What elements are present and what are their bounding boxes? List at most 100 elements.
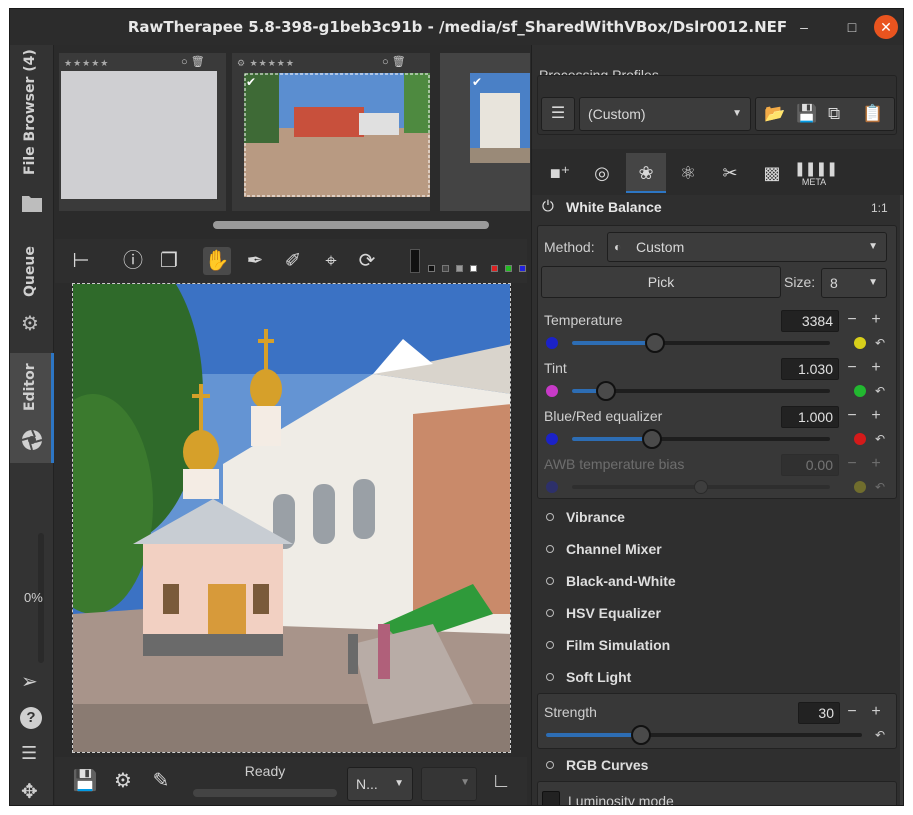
color-picker-icon[interactable]: ✒ — [241, 247, 269, 275]
chevron-down-icon: ▼ — [460, 777, 470, 788]
temperature-increase-button[interactable]: + — [865, 310, 887, 332]
thumbnail-3[interactable]: ✔ — [440, 53, 530, 211]
exposure-tab-icon[interactable]: ■⁺ — [540, 153, 580, 193]
tool-film-simulation[interactable]: Film Simulation — [546, 637, 670, 653]
rating-stars[interactable]: ⚙ ★★★★★ — [237, 58, 295, 69]
blue-red-increase-button[interactable]: + — [865, 406, 887, 428]
tab-editor[interactable]: Editor — [10, 353, 54, 463]
reset-icon[interactable]: ↶ — [875, 384, 885, 398]
rating-stars[interactable]: ★★★★★ — [64, 58, 109, 69]
save-profile-icon[interactable]: 💾 — [796, 104, 817, 124]
tint-value[interactable]: 1.030 — [781, 358, 839, 380]
tint-slider[interactable] — [572, 381, 830, 401]
strength-value[interactable]: 30 — [798, 702, 840, 724]
blue-red-value[interactable]: 1.000 — [781, 406, 839, 428]
tool-rgb-curves[interactable]: RGB Curves — [546, 757, 648, 773]
fullscreen-icon[interactable]: ✥ — [21, 779, 38, 804]
temperature-value[interactable]: 3384 — [781, 310, 839, 332]
method-label: Method: — [544, 239, 595, 255]
preview-blue-icon[interactable] — [519, 265, 526, 272]
output-profile-select[interactable]: N... ▼ — [347, 767, 413, 801]
tint-decrease-button[interactable]: − — [841, 358, 863, 380]
spot-wb-icon[interactable]: ✐ — [279, 247, 307, 275]
reject-icon[interactable]: ○ 🗑 — [181, 55, 205, 68]
gamut-check-icon[interactable]: ∟ — [487, 767, 515, 795]
tool-label: Film Simulation — [566, 637, 671, 653]
tab-queue[interactable]: Queue ⚙ — [10, 237, 54, 347]
close-button[interactable]: ✕ — [874, 15, 898, 39]
straighten-icon[interactable]: ⟳ — [353, 247, 381, 275]
advanced-tab-icon[interactable]: ⚛ — [668, 153, 708, 193]
hide-panel-icon[interactable]: ⊢ — [67, 247, 95, 275]
power-icon[interactable]: ⏻ — [542, 198, 554, 215]
preview-lightgray-icon[interactable] — [456, 265, 463, 272]
metadata-tab-icon[interactable]: ❚❚❚❚ META — [794, 153, 838, 193]
strength-slider[interactable] — [546, 725, 862, 745]
blue-red-slider[interactable] — [572, 429, 830, 449]
save-image-icon[interactable]: 💾 — [71, 767, 99, 795]
hand-tool-icon[interactable]: ✋ — [203, 247, 231, 275]
tool-label: Vibrance — [566, 509, 625, 525]
filmstrip-scrollbar[interactable] — [213, 221, 489, 229]
size-select[interactable]: 8 ▼ — [821, 268, 887, 298]
maximize-button[interactable]: □ — [840, 15, 864, 39]
external-editor-icon[interactable]: ✎ — [147, 767, 175, 795]
queue-add-icon[interactable]: ⚙ — [109, 767, 137, 795]
awb-bias-label: AWB temperature bias — [544, 456, 685, 472]
thumbnail-1[interactable]: ★★★★★ ○ 🗑 — [59, 53, 226, 211]
paste-profile-icon[interactable]: 📋 — [862, 104, 883, 124]
output-profile-value: N... — [356, 776, 378, 792]
pick-button[interactable]: Pick — [541, 266, 781, 298]
tool-hsv-equalizer[interactable]: HSV Equalizer — [546, 605, 661, 621]
help-icon[interactable]: ? — [20, 707, 42, 729]
luminosity-checkbox[interactable] — [542, 791, 560, 805]
thumbnail-2[interactable]: ⚙ ★★★★★ ○ 🗑 ✔ — [232, 53, 430, 211]
red-dot — [854, 433, 866, 445]
tool-black-and-white[interactable]: Black-and-White — [546, 573, 676, 589]
tab-file-browser[interactable]: File Browser (4) — [10, 49, 54, 231]
tool-vibrance[interactable]: Vibrance — [546, 509, 625, 525]
preview-white-icon[interactable] — [470, 265, 477, 272]
strength-increase-button[interactable]: + — [865, 702, 887, 724]
color-tab-icon[interactable]: ❀ — [626, 153, 666, 193]
image-preview[interactable] — [72, 283, 511, 753]
preview-black-icon[interactable] — [428, 265, 435, 272]
reset-icon[interactable]: ↶ — [875, 432, 885, 446]
tint-increase-button[interactable]: + — [865, 358, 887, 380]
temperature-decrease-button[interactable]: − — [841, 310, 863, 332]
reject-icon[interactable]: ○ 🗑 — [382, 55, 406, 68]
tool-label: Soft Light — [566, 669, 632, 685]
reset-icon: ↶ — [875, 480, 886, 494]
reset-icon[interactable]: ↶ — [875, 336, 885, 350]
minimize-button[interactable]: – — [792, 15, 816, 39]
tool-soft-light[interactable]: Soft Light — [546, 669, 631, 685]
white-balance-title[interactable]: White Balance — [566, 199, 662, 215]
strength-decrease-button[interactable]: − — [841, 702, 863, 724]
blue-red-decrease-button[interactable]: − — [841, 406, 863, 428]
preview-gray-icon[interactable] — [442, 265, 449, 272]
focus-mask-icon[interactable] — [410, 249, 420, 273]
copy-profile-icon[interactable]: ⧉ — [828, 104, 840, 124]
method-select[interactable]: ◐ Custom ▼ — [607, 232, 887, 262]
info-icon[interactable]: ⓘ — [119, 247, 147, 275]
crop-icon[interactable]: ⌖ — [317, 247, 345, 275]
before-after-icon[interactable]: ❐ — [155, 247, 183, 275]
window-title: RawTherapee 5.8-398-g1beb3c91b - /media/… — [127, 18, 788, 36]
profile-list-icon[interactable]: ☰ — [541, 97, 575, 131]
chevron-down-icon: ▼ — [732, 108, 742, 119]
preview-red-icon[interactable] — [491, 265, 498, 272]
preferences-icon[interactable]: ☰ — [21, 743, 37, 764]
temperature-cold-dot — [546, 337, 558, 349]
transform-tab-icon[interactable]: ✂ — [710, 153, 750, 193]
reset-icon[interactable]: ↶ — [875, 728, 885, 742]
open-profile-icon[interactable]: 📂 — [764, 104, 785, 124]
raw-tab-icon[interactable]: ▩ — [752, 153, 792, 193]
send-to-editor-icon[interactable]: ➢ — [21, 669, 38, 694]
tool-panel-scrollbar[interactable] — [900, 195, 903, 805]
detail-tab-icon[interactable]: ◎ — [582, 153, 622, 193]
tool-channel-mixer[interactable]: Channel Mixer — [546, 541, 662, 557]
intent-select[interactable]: ▼ — [421, 767, 477, 801]
preview-green-icon[interactable] — [505, 265, 512, 272]
temperature-slider[interactable] — [572, 333, 830, 353]
profile-select[interactable]: (Custom) ▼ — [579, 97, 751, 131]
